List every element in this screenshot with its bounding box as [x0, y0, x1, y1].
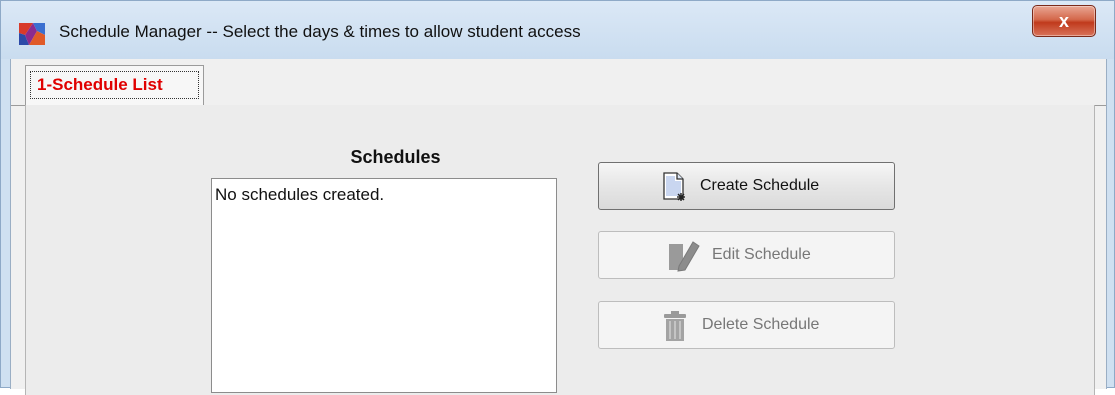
- delete-schedule-label: Delete Schedule: [702, 316, 820, 333]
- tab-schedule-list-label: 1-Schedule List: [30, 71, 199, 99]
- app-icon: [19, 23, 45, 45]
- tab-panel: [25, 105, 1095, 395]
- schedule-manager-window: Schedule Manager -- Select the days & ti…: [0, 0, 1115, 395]
- schedules-list[interactable]: No schedules created.: [211, 178, 557, 393]
- schedules-empty-text: No schedules created.: [215, 185, 385, 204]
- close-button[interactable]: x: [1032, 5, 1096, 37]
- trash-can-icon: [664, 311, 686, 341]
- create-schedule-button[interactable]: Create Schedule: [598, 162, 895, 210]
- client-area: 1-Schedule List: [10, 59, 1107, 395]
- schedules-title: Schedules: [350, 147, 441, 167]
- title-bar: Schedule Manager -- Select the days & ti…: [1, 1, 1114, 59]
- edit-schedule-label: Edit Schedule: [712, 246, 811, 263]
- tab-schedule-list[interactable]: 1-Schedule List: [25, 65, 204, 106]
- edit-pencil-icon: [669, 241, 700, 272]
- new-document-icon: [663, 172, 685, 201]
- create-schedule-label: Create Schedule: [700, 177, 820, 194]
- delete-schedule-button[interactable]: Delete Schedule: [598, 301, 895, 349]
- close-icon: x: [1058, 11, 1069, 31]
- edit-schedule-button[interactable]: Edit Schedule: [598, 231, 895, 279]
- window-title: Schedule Manager -- Select the days & ti…: [59, 22, 581, 41]
